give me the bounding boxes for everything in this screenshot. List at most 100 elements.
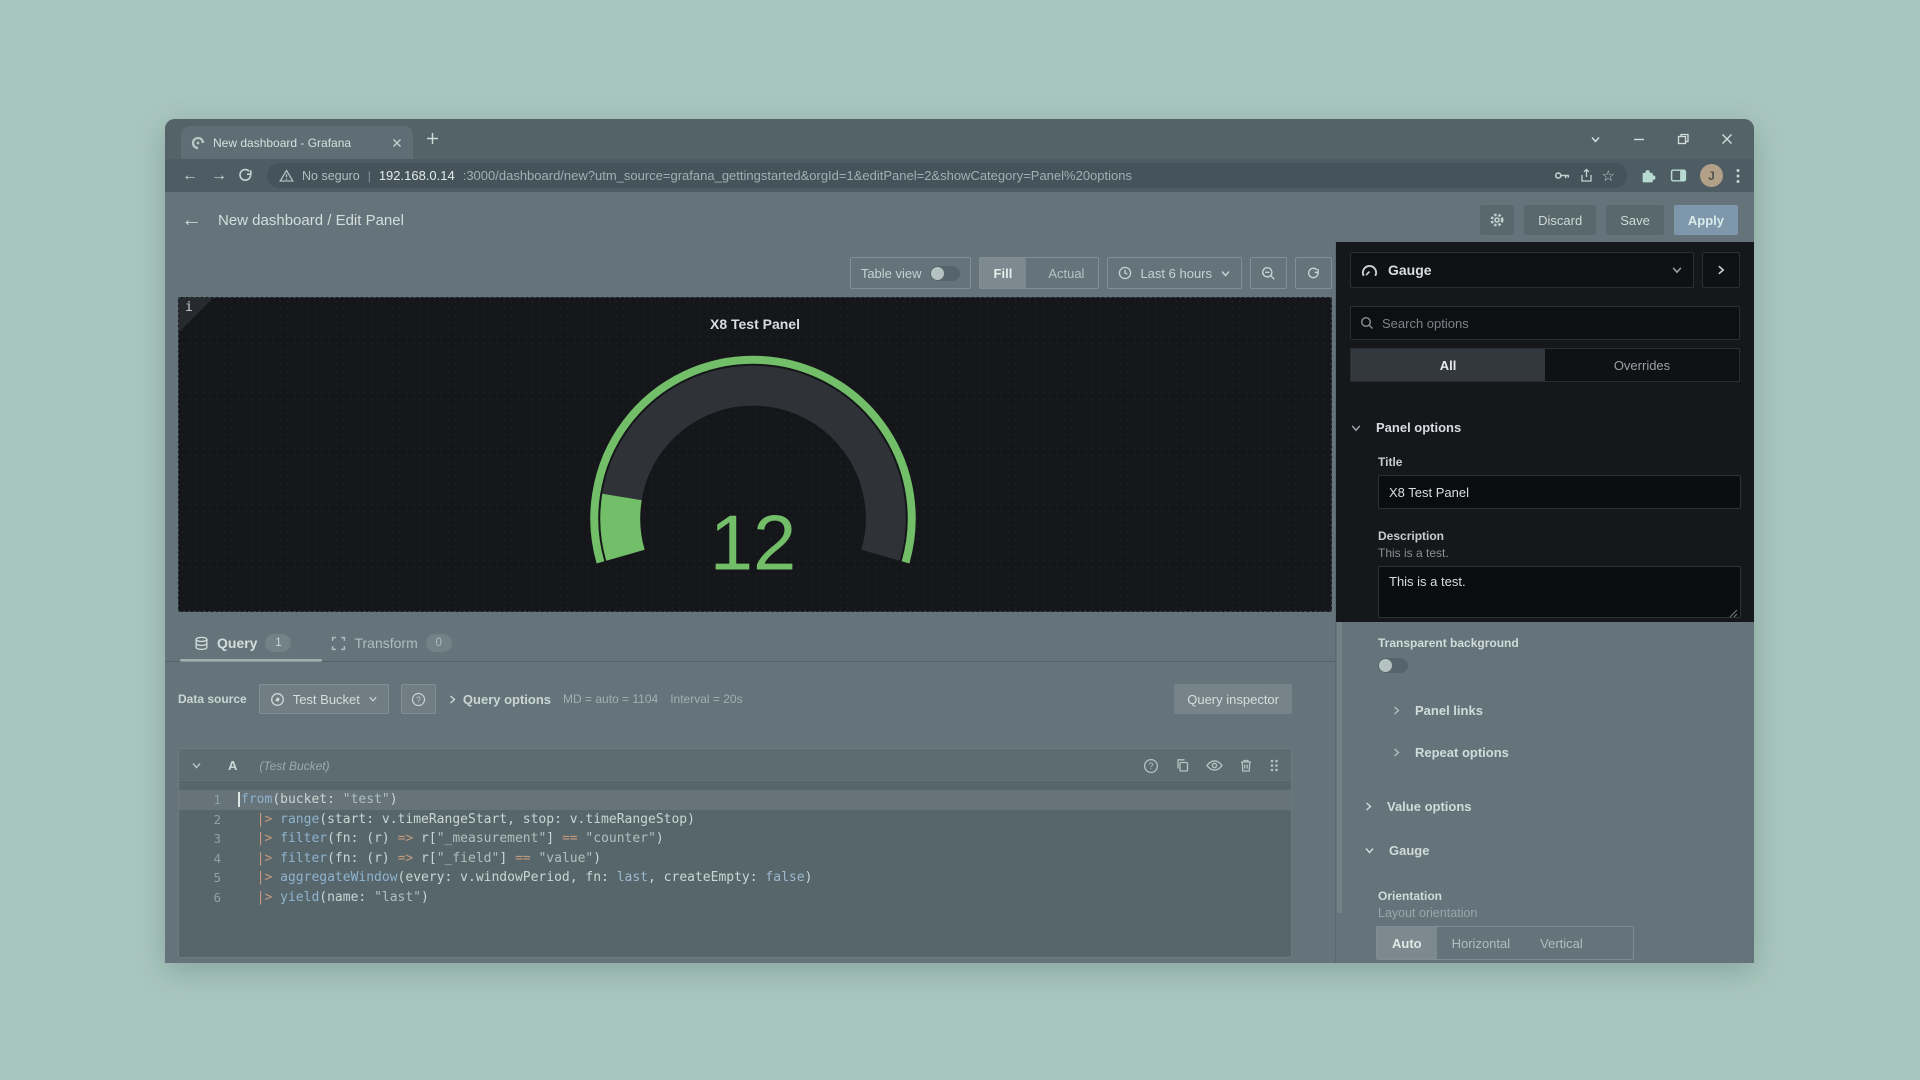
drag-handle-icon[interactable] [1269, 758, 1279, 773]
options-sidebar: Gauge All [1335, 242, 1754, 963]
panel-links-section[interactable]: Panel links [1392, 695, 1740, 725]
url-separator: | [368, 169, 371, 183]
tab-transform[interactable]: Transform 0 [331, 626, 451, 660]
settings-gear-button[interactable] [1480, 205, 1514, 235]
time-range-picker[interactable]: Last 6 hours [1107, 257, 1242, 289]
value-options-section[interactable]: Value options [1364, 791, 1740, 821]
apply-button[interactable]: Apply [1674, 205, 1738, 235]
code-line[interactable]: 4 |> filter(fn: (r) => r["_field"] == "v… [179, 849, 1291, 869]
code-line[interactable]: 1from(bucket: "test") [179, 790, 1291, 810]
back-icon[interactable]: ← [179, 167, 201, 185]
search-icon [1360, 316, 1374, 330]
datasource-row: Data source Test Bucket ? Query options [178, 684, 1292, 714]
tab-overrides[interactable]: Overrides [1545, 349, 1739, 381]
query-row-header[interactable]: A (Test Bucket) ? [179, 749, 1291, 783]
tab-title: New dashboard - Grafana [213, 136, 383, 150]
close-window-icon[interactable] [1720, 132, 1734, 146]
new-tab-button[interactable] [425, 131, 440, 146]
actual-option[interactable]: Actual [1034, 258, 1098, 288]
security-label[interactable]: No seguro [302, 169, 360, 183]
delete-query-trash-icon[interactable] [1239, 758, 1253, 773]
chevron-down-icon [1364, 845, 1375, 856]
query-options-toggle[interactable]: Query options [448, 692, 551, 707]
minimize-icon[interactable] [1632, 132, 1646, 146]
breadcrumb[interactable]: New dashboard / Edit Panel [218, 212, 404, 229]
tab-close-icon[interactable] [391, 137, 403, 149]
description-field-label: Description [1378, 529, 1740, 543]
chevron-down-icon [1671, 264, 1683, 276]
options-search-box[interactable] [1350, 306, 1740, 340]
tab-strip: New dashboard - Grafana [165, 119, 1754, 159]
panel-title-input[interactable] [1378, 475, 1741, 509]
code-line[interactable]: 5 |> aggregateWindow(every: v.windowPeri… [179, 868, 1291, 888]
profile-avatar[interactable]: J [1700, 164, 1723, 187]
orientation-label: Orientation [1378, 889, 1740, 903]
datasource-label: Data source [178, 692, 247, 706]
duplicate-query-icon[interactable] [1175, 758, 1190, 773]
reload-icon[interactable] [237, 167, 254, 184]
search-input[interactable] [1382, 316, 1730, 331]
datasource-picker[interactable]: Test Bucket [259, 684, 389, 714]
collapse-pane-button[interactable] [1702, 252, 1740, 288]
influxdb-logo-icon [270, 692, 285, 707]
tab-query[interactable]: Query 1 [194, 626, 291, 660]
panel-options-section-header[interactable]: Panel options [1350, 420, 1740, 435]
gauge-value-arc [620, 497, 625, 555]
back-to-dashboard-icon[interactable]: ← [181, 208, 202, 232]
share-icon[interactable] [1579, 168, 1594, 183]
zoom-out-button[interactable] [1250, 257, 1287, 289]
database-icon [194, 636, 209, 651]
not-secure-warning-icon[interactable] [279, 169, 294, 183]
table-view-label: Table view [861, 266, 922, 281]
browser-tab[interactable]: New dashboard - Grafana [181, 126, 413, 159]
disable-query-eye-icon[interactable] [1206, 758, 1223, 773]
window-controls [1589, 119, 1734, 159]
datasource-name: Test Bucket [293, 692, 360, 707]
code-line[interactable]: 2 |> range(start: v.timeRangeStart, stop… [179, 810, 1291, 830]
address-bar[interactable]: No seguro | 192.168.0.14 :3000/dashboard… [267, 163, 1627, 188]
browser-toolbar: ← → No seguro | 192.168.0.14 :3000/dashb… [165, 159, 1754, 192]
forward-icon[interactable]: → [208, 167, 230, 185]
code-line[interactable]: 6 |> yield(name: "last") [179, 888, 1291, 908]
repeat-options-label: Repeat options [1415, 745, 1509, 760]
fill-actual-switch: Fill Actual [979, 257, 1100, 289]
flux-code-editor[interactable]: 1from(bucket: "test")2 |> range(start: v… [179, 784, 1291, 957]
value-options-header-label: Value options [1387, 799, 1472, 814]
refresh-button[interactable] [1295, 257, 1332, 289]
transparent-background-toggle[interactable] [1378, 658, 1408, 673]
code-line[interactable]: 3 |> filter(fn: (r) => r["_measurement"]… [179, 829, 1291, 849]
table-view-toggle[interactable] [930, 266, 960, 281]
resize-handle-icon[interactable] [1729, 609, 1738, 618]
bookmark-star-icon[interactable]: ☆ [1602, 167, 1615, 185]
datasource-help-button[interactable]: ? [401, 684, 436, 714]
orientation-vertical-option[interactable]: Vertical [1525, 927, 1598, 959]
query-help-icon[interactable]: ? [1143, 758, 1159, 774]
query-inspector-button[interactable]: Query inspector [1174, 684, 1292, 714]
save-button[interactable]: Save [1606, 205, 1664, 235]
url-host[interactable]: 192.168.0.14 [379, 168, 455, 183]
panel-preview[interactable]: i X8 Test Panel 12 [178, 297, 1332, 612]
discard-button[interactable]: Discard [1524, 205, 1596, 235]
orientation-horizontal-option[interactable]: Horizontal [1437, 927, 1526, 959]
svg-text:?: ? [1148, 761, 1153, 771]
chevron-right-icon [1392, 747, 1401, 758]
side-panel-icon[interactable] [1670, 168, 1687, 183]
gauge-section[interactable]: Gauge [1364, 835, 1740, 865]
orientation-auto-option[interactable]: Auto [1377, 927, 1437, 959]
extensions-puzzle-icon[interactable] [1640, 167, 1657, 184]
visualization-picker[interactable]: Gauge [1350, 252, 1694, 288]
panel-description-textarea[interactable]: This is a test. [1378, 566, 1741, 618]
maximize-icon[interactable] [1676, 132, 1690, 146]
edit-main-area: Table view Fill Actual Last 6 hours [165, 248, 1335, 963]
url-path[interactable]: :3000/dashboard/new?utm_source=grafana_g… [463, 168, 1546, 183]
table-view-control[interactable]: Table view [850, 257, 971, 289]
description-helper-text: This is a test. [1378, 546, 1740, 560]
tab-all[interactable]: All [1351, 349, 1545, 381]
browser-menu-icon[interactable] [1736, 168, 1740, 184]
query-datasource-hint: (Test Bucket) [259, 759, 329, 773]
collapse-chevron-icon[interactable] [191, 760, 202, 771]
password-key-icon[interactable] [1554, 168, 1571, 183]
repeat-options-section[interactable]: Repeat options [1392, 737, 1740, 767]
fill-option[interactable]: Fill [980, 258, 1027, 288]
tab-search-icon[interactable] [1589, 133, 1602, 146]
